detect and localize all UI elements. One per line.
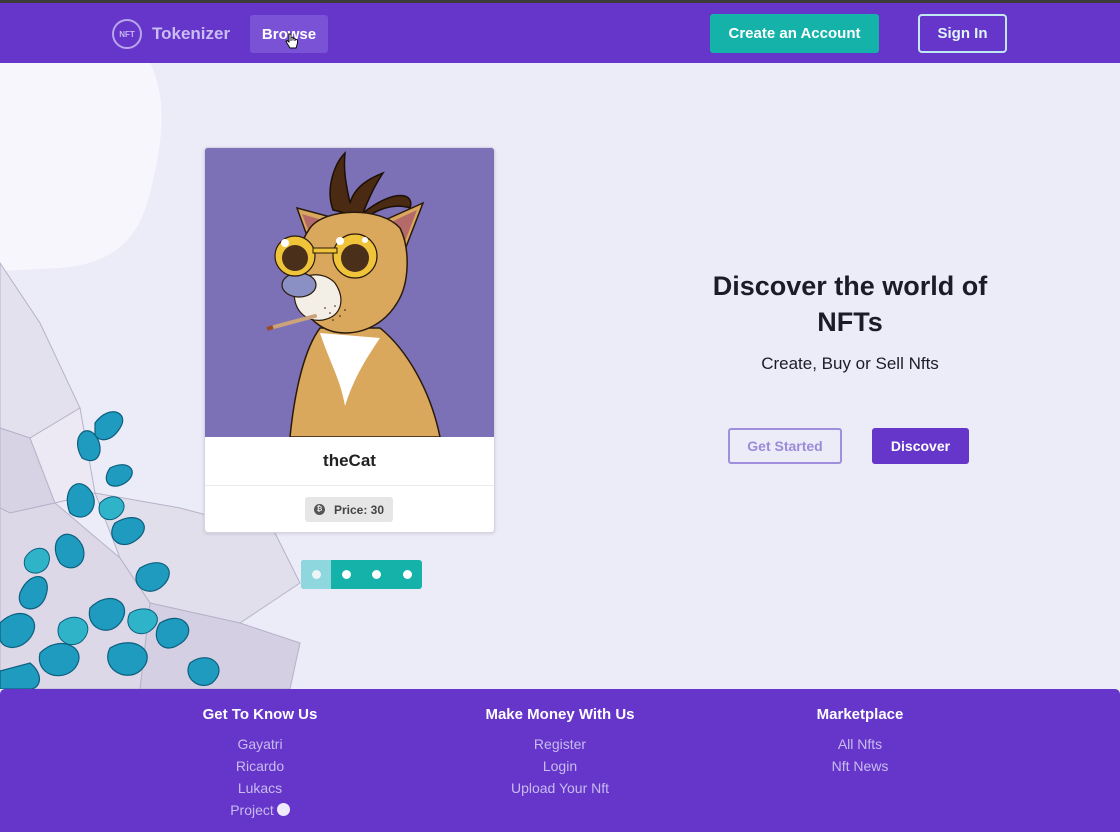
footer-link-login[interactable]: Login [440,755,680,777]
top-navbar: NFT Tokenizer Browse Create an Account S… [0,3,1120,63]
get-started-button[interactable]: Get Started [728,428,842,464]
footer-column-title: Get To Know Us [202,706,318,723]
footer-link-ricardo[interactable]: Ricardo [140,755,380,777]
footer-link-nft-news[interactable]: Nft News [740,755,980,777]
footer-link-project[interactable]: Project [140,799,380,821]
footer-link-gayatri[interactable]: Gayatri [140,733,380,755]
carousel-indicators [301,560,422,589]
coral-background-illustration [0,63,301,689]
carousel-dot-2[interactable] [331,560,361,589]
footer-column-about: Get To Know Us Gayatri Ricardo Lukacs Pr… [140,706,380,821]
create-account-button[interactable]: Create an Account [710,14,879,53]
brand-name: Tokenizer [152,24,231,43]
nft-title: theCat [205,437,494,486]
footer-column-money: Make Money With Us Register Login Upload… [440,706,680,799]
carousel-dot-1[interactable] [301,560,331,589]
github-icon [276,803,290,816]
carousel-dot-4[interactable] [392,560,422,589]
nft-card[interactable]: theCat ₿ Price: 30 [204,147,495,533]
price-badge: ₿ Price: 30 [305,497,393,522]
brand[interactable]: NFT Tokenizer [112,17,230,51]
bitcoin-icon: ₿ [313,504,325,515]
hero-subheading: Create, Buy or Sell Nfts [761,354,939,373]
footer-link-all-nfts[interactable]: All Nfts [740,733,980,755]
hero-heading: Discover the world of NFTs [712,271,988,337]
price-label: Price: 30 [333,502,385,517]
nft-logo-icon: NFT [112,19,142,49]
hand-cursor-icon [285,33,298,49]
footer-link-lukacs[interactable]: Lukacs [140,777,380,799]
footer-column-title: Make Money With Us [485,706,635,723]
footer: Get To Know Us Gayatri Ricardo Lukacs Pr… [0,689,1120,832]
nft-image [205,148,494,437]
carousel-dot-3[interactable] [361,560,391,589]
hero-section: theCat ₿ Price: 30 Discover the world of… [0,63,1120,689]
footer-column-marketplace: Marketplace All Nfts Nft News [740,706,980,777]
footer-link-project-label: Project [230,802,274,818]
footer-link-upload[interactable]: Upload Your Nft [440,777,680,799]
footer-column-title: Marketplace [816,706,904,723]
discover-button[interactable]: Discover [872,428,969,464]
footer-link-register[interactable]: Register [440,733,680,755]
sign-in-button[interactable]: Sign In [918,14,1007,53]
